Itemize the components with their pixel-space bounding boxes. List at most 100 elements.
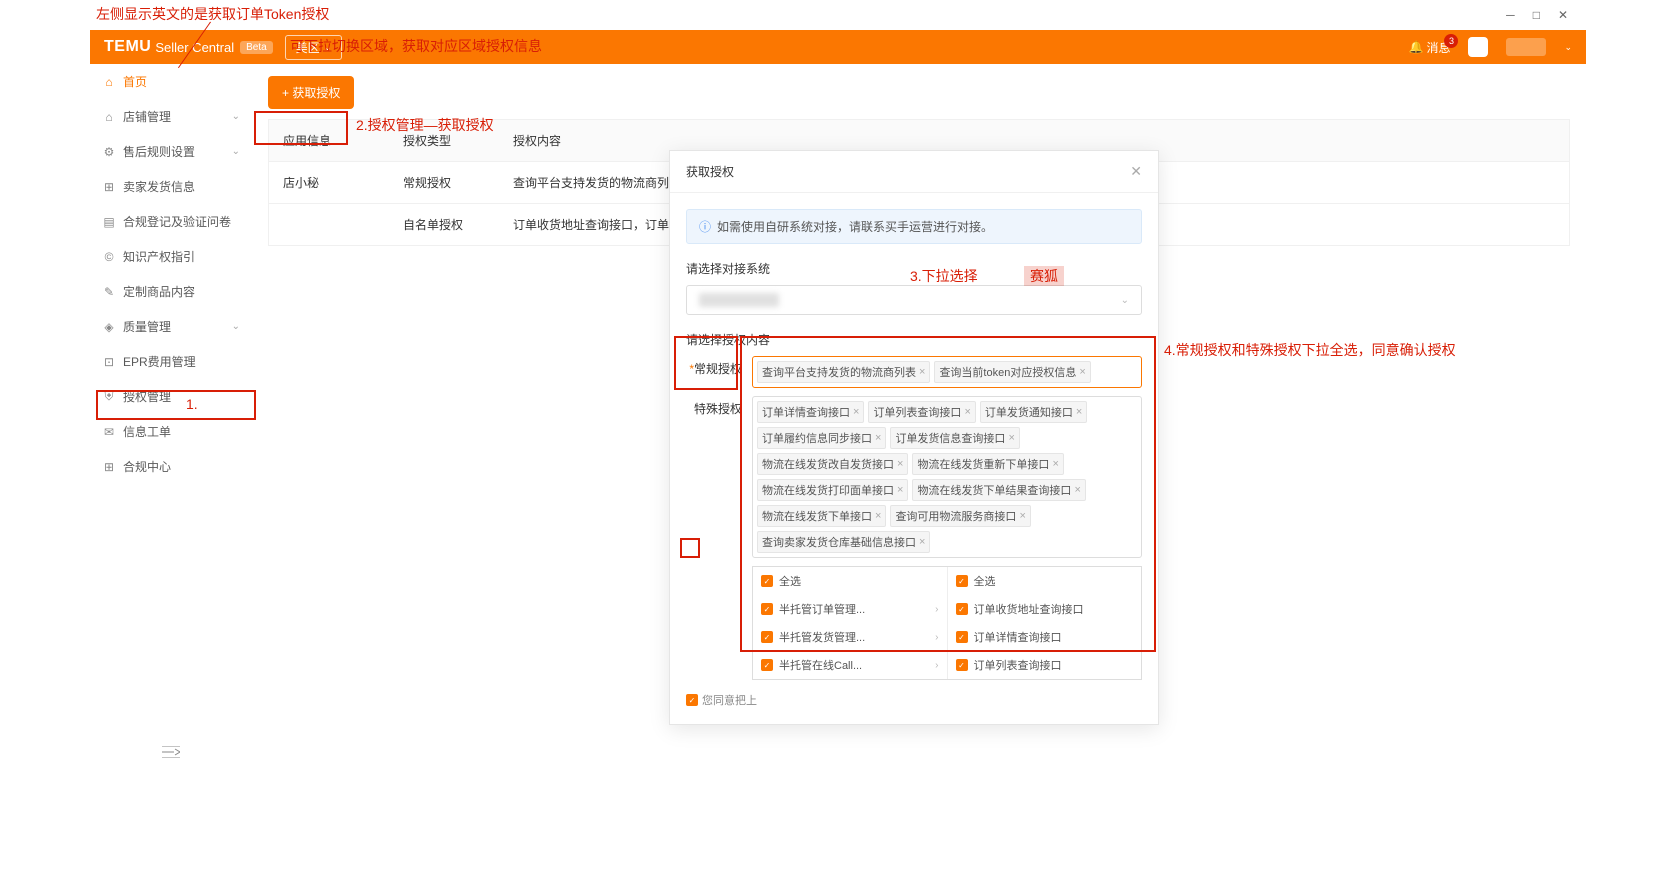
tag[interactable]: 物流在线发货重新下单接口× (912, 453, 1063, 475)
avatar[interactable] (1468, 37, 1488, 57)
sidebar-item-label: 授权管理 (123, 388, 171, 405)
comp-icon: ⊞ (102, 460, 116, 474)
window-maximize[interactable]: □ (1533, 8, 1540, 22)
account-menu-chevron[interactable]: ⌄ (1564, 42, 1572, 53)
special-auth-tags[interactable]: 订单详情查询接口×订单列表查询接口×订单发货通知接口×订单履约信息同步接口×订单… (752, 396, 1142, 558)
sidebar-item-label: 首页 (123, 73, 147, 90)
dropdown-item[interactable]: ✓订单详情查询接口 (948, 623, 1142, 651)
window-minimize[interactable]: ─ (1506, 8, 1515, 22)
tag[interactable]: 物流在线发货下单接口× (757, 505, 886, 527)
checkbox[interactable]: ✓ (761, 603, 773, 615)
close-icon[interactable]: ✕ (1130, 163, 1142, 180)
special-auth-label: 特殊授权 (686, 396, 742, 417)
tag-remove-icon[interactable]: × (1076, 406, 1082, 418)
cell-app (269, 204, 389, 245)
auth-dropdown-panel: ✓ 全选 ✓半托管订单管理...›✓半托管发货管理...›✓半托管在线Call...… (752, 566, 1142, 680)
regular-auth-tags[interactable]: 查询平台支持发货的物流商列表×查询当前token对应授权信息× (752, 356, 1142, 388)
select-value (699, 293, 779, 307)
notifications-button[interactable]: 🔔 消息 3 (1408, 39, 1450, 56)
tag[interactable]: 物流在线发货改自发货接口× (757, 453, 908, 475)
chevron-right-icon: › (935, 660, 938, 671)
tag[interactable]: 查询当前token对应授权信息× (934, 361, 1090, 383)
sidebar-item-5[interactable]: ©知识产权指引 (90, 239, 252, 274)
info-alert: ⓘ 如需使用自研系统对接，请联系买手运营进行对接。 (686, 209, 1142, 244)
sidebar-item-4[interactable]: ▤合规登记及验证问卷 (90, 204, 252, 239)
sidebar-item-11[interactable]: ⊞ 合规中心 (90, 449, 252, 484)
region-label: 美区 (296, 39, 320, 56)
logo-subtitle: Seller Central (155, 40, 234, 55)
dropdown-item[interactable]: ✓半托管订单管理...› (753, 595, 947, 623)
tag-label: 查询可用物流服务商接口 (895, 508, 1016, 524)
sidebar-item-10[interactable]: ✉信息工单 (90, 414, 252, 449)
tag-remove-icon[interactable]: × (1008, 432, 1014, 444)
dropdown-item[interactable]: ✓订单收货地址查询接口 (948, 595, 1142, 623)
checkbox[interactable]: ✓ (761, 631, 773, 643)
tag-remove-icon[interactable]: × (897, 458, 903, 470)
sidebar-collapse-button[interactable] (90, 734, 252, 770)
sidebar-item-8[interactable]: ⊡EPR费用管理 (90, 344, 252, 379)
col-header-app: 应用信息 (269, 120, 389, 161)
chevron-down-icon: ⌄ (232, 321, 240, 332)
checkbox[interactable]: ✓ (956, 603, 968, 615)
system-select[interactable]: ⌄ (686, 285, 1142, 315)
tag[interactable]: 查询可用物流服务商接口× (890, 505, 1030, 527)
checkbox[interactable]: ✓ (761, 575, 773, 587)
tag[interactable]: 查询平台支持发货的物流商列表× (757, 361, 930, 383)
select-all-row[interactable]: ✓ 全选 (948, 567, 1142, 595)
tag-remove-icon[interactable]: × (897, 484, 903, 496)
tag[interactable]: 物流在线发货打印面单接口× (757, 479, 908, 501)
dropdown-item[interactable]: ✓半托管在线Call...› (753, 651, 947, 679)
cell-app: 店小秘 (269, 162, 389, 203)
checkbox[interactable]: ✓ (761, 659, 773, 671)
window-close[interactable]: ✕ (1558, 8, 1568, 22)
cell-type: 常规授权 (389, 162, 499, 203)
tag[interactable]: 订单发货信息查询接口× (890, 427, 1019, 449)
select-all-label: 全选 (974, 573, 996, 589)
tag[interactable]: 订单履约信息同步接口× (757, 427, 886, 449)
sidebar-item-1[interactable]: ⌂店铺管理⌄ (90, 99, 252, 134)
notification-count: 3 (1444, 34, 1458, 48)
sidebar-item-6[interactable]: ✎定制商品内容 (90, 274, 252, 309)
dropdown-item[interactable]: ✓半托管发货管理...› (753, 623, 947, 651)
tag[interactable]: 查询卖家发货仓库基础信息接口× (757, 531, 930, 553)
tag[interactable]: 订单详情查询接口× (757, 401, 864, 423)
tag-remove-icon[interactable]: × (919, 536, 925, 548)
sidebar-item-2[interactable]: ⚙售后规则设置⌄ (90, 134, 252, 169)
sidebar-item-label: 合规中心 (123, 458, 171, 475)
tag-remove-icon[interactable]: × (1019, 510, 1025, 522)
tag-label: 物流在线发货打印面单接口 (762, 482, 894, 498)
tag-remove-icon[interactable]: × (875, 510, 881, 522)
region-selector[interactable]: 美区 ⌄ (285, 35, 343, 60)
logo: TEMU (104, 38, 151, 56)
tag[interactable]: 订单列表查询接口× (868, 401, 975, 423)
get-auth-button[interactable]: + 获取授权 (268, 76, 354, 109)
tag-label: 订单列表查询接口 (873, 404, 961, 420)
checkbox[interactable]: ✓ (956, 631, 968, 643)
tag-remove-icon[interactable]: × (1074, 484, 1080, 496)
tag-remove-icon[interactable]: × (1079, 366, 1085, 378)
tag-remove-icon[interactable]: × (1052, 458, 1058, 470)
checkbox[interactable]: ✓ (956, 575, 968, 587)
agree-checkbox[interactable]: ✓ (686, 694, 698, 706)
tag-remove-icon[interactable]: × (919, 366, 925, 378)
tag-remove-icon[interactable]: × (875, 432, 881, 444)
sidebar-item-label: 售后规则设置 (123, 143, 195, 160)
sidebar-item-label: 质量管理 (123, 318, 171, 335)
chevron-down-icon: ⌄ (324, 42, 332, 53)
sidebar-item-0[interactable]: ⌂首页 (90, 64, 252, 99)
sidebar-item-3[interactable]: ⊞卖家发货信息 (90, 169, 252, 204)
alert-text: 如需使用自研系统对接，请联系买手运营进行对接。 (717, 218, 993, 235)
sidebar-item-9[interactable]: ⛨授权管理 (90, 379, 252, 414)
tag-remove-icon[interactable]: × (853, 406, 859, 418)
tag-label: 查询平台支持发货的物流商列表 (762, 364, 916, 380)
tag[interactable]: 物流在线发货下单结果查询接口× (912, 479, 1085, 501)
col-header-type: 授权类型 (389, 120, 499, 161)
tag-remove-icon[interactable]: × (964, 406, 970, 418)
sidebar-item-7[interactable]: ◈质量管理⌄ (90, 309, 252, 344)
dropdown-item[interactable]: ✓订单列表查询接口 (948, 651, 1142, 679)
chevron-right-icon: › (935, 604, 938, 615)
tag[interactable]: 订单发货通知接口× (980, 401, 1087, 423)
select-all-row[interactable]: ✓全选 (753, 567, 947, 595)
tag-label: 查询当前token对应授权信息 (939, 364, 1076, 380)
checkbox[interactable]: ✓ (956, 659, 968, 671)
